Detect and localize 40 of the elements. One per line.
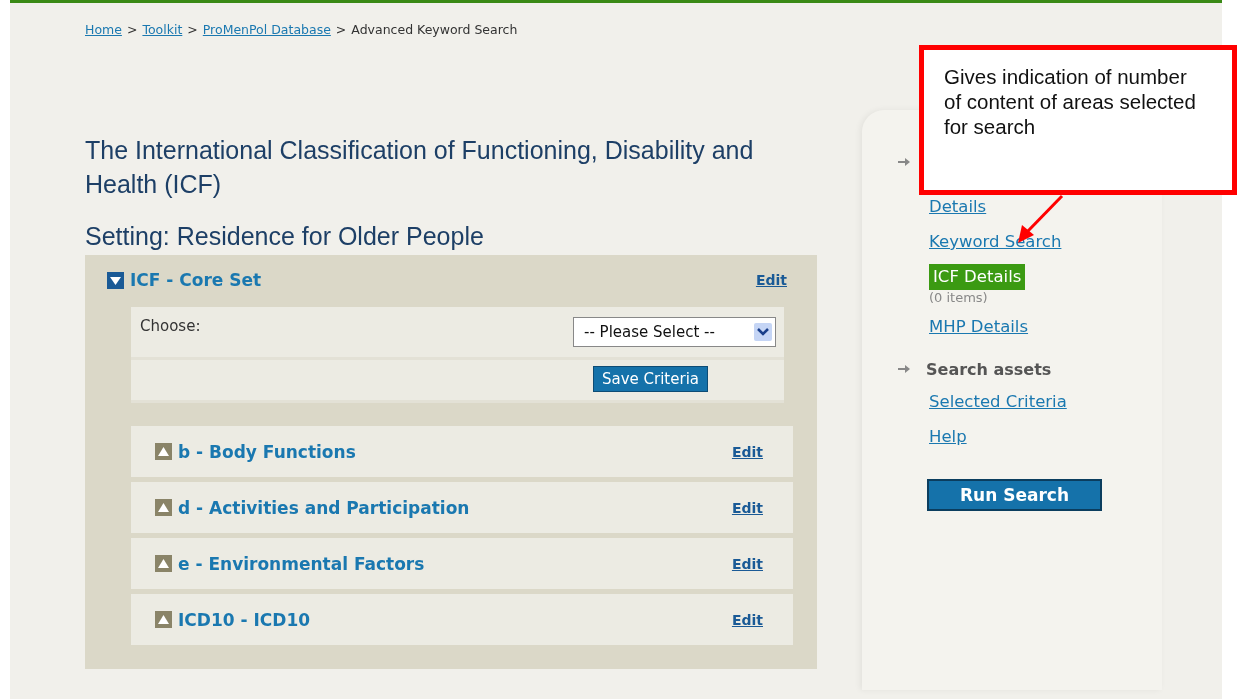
edit-link[interactable]: Edit [731, 443, 763, 460]
section-title: ICD10 - ICD10 [178, 609, 311, 630]
section-title: d - Activities and Participation [178, 497, 470, 518]
item-count: (0 items) [929, 290, 989, 305]
breadcrumb-link[interactable]: Toolkit [142, 22, 183, 37]
run-search-button[interactable]: Run Search [927, 479, 1102, 511]
section-title: b - Body Functions [178, 441, 356, 462]
breadcrumb-link[interactable]: Home [85, 22, 122, 37]
edit-link[interactable]: Edit [731, 555, 763, 572]
breadcrumb-separator: > [126, 22, 138, 37]
section-title: e - Environmental Factors [178, 553, 425, 574]
collapse-icon[interactable] [107, 271, 124, 289]
page-title: The International Classification of Functioning, Disability and Health (ICF) [85, 135, 755, 200]
expand-icon[interactable] [155, 555, 172, 572]
select-dropdown[interactable]: -- Please Select -- [573, 317, 776, 347]
chevron-down-icon[interactable] [754, 323, 772, 341]
sidebar-link[interactable]: Help [929, 424, 967, 450]
arrow-icon [898, 364, 910, 374]
annotation-callout: Gives indication of number of content of areas selected for search [919, 45, 1237, 195]
expand-icon[interactable] [155, 611, 172, 628]
sidebar-link[interactable]: Selected Criteria [929, 389, 1067, 415]
breadcrumb-current: Advanced Keyword Search [351, 22, 518, 37]
edit-link[interactable]: Edit [755, 272, 787, 288]
setting-heading: Setting: Residence for Older People [85, 221, 485, 251]
sidebar-link[interactable]: Details [929, 194, 987, 220]
section-title: ICF - Core Set [130, 270, 262, 290]
save-criteria-button[interactable]: Save Criteria [592, 366, 708, 392]
sidebar-link[interactable]: Keyword Search [929, 229, 1062, 255]
choose-label: Choose: [140, 317, 201, 337]
edit-link[interactable]: Edit [731, 499, 763, 516]
breadcrumb-separator: > [335, 22, 347, 37]
expand-icon[interactable] [155, 443, 172, 460]
edit-link[interactable]: Edit [731, 611, 763, 628]
breadcrumb-link[interactable]: ProMenPol Database [202, 22, 331, 37]
sidebar-heading: Search assets [926, 359, 1052, 379]
sidebar-link[interactable]: ICF Details [929, 264, 1026, 290]
sidebar-link[interactable]: MHP Details [929, 314, 1029, 340]
expand-icon[interactable] [155, 499, 172, 516]
arrow-icon [898, 157, 910, 167]
breadcrumb-separator: > [187, 22, 198, 37]
